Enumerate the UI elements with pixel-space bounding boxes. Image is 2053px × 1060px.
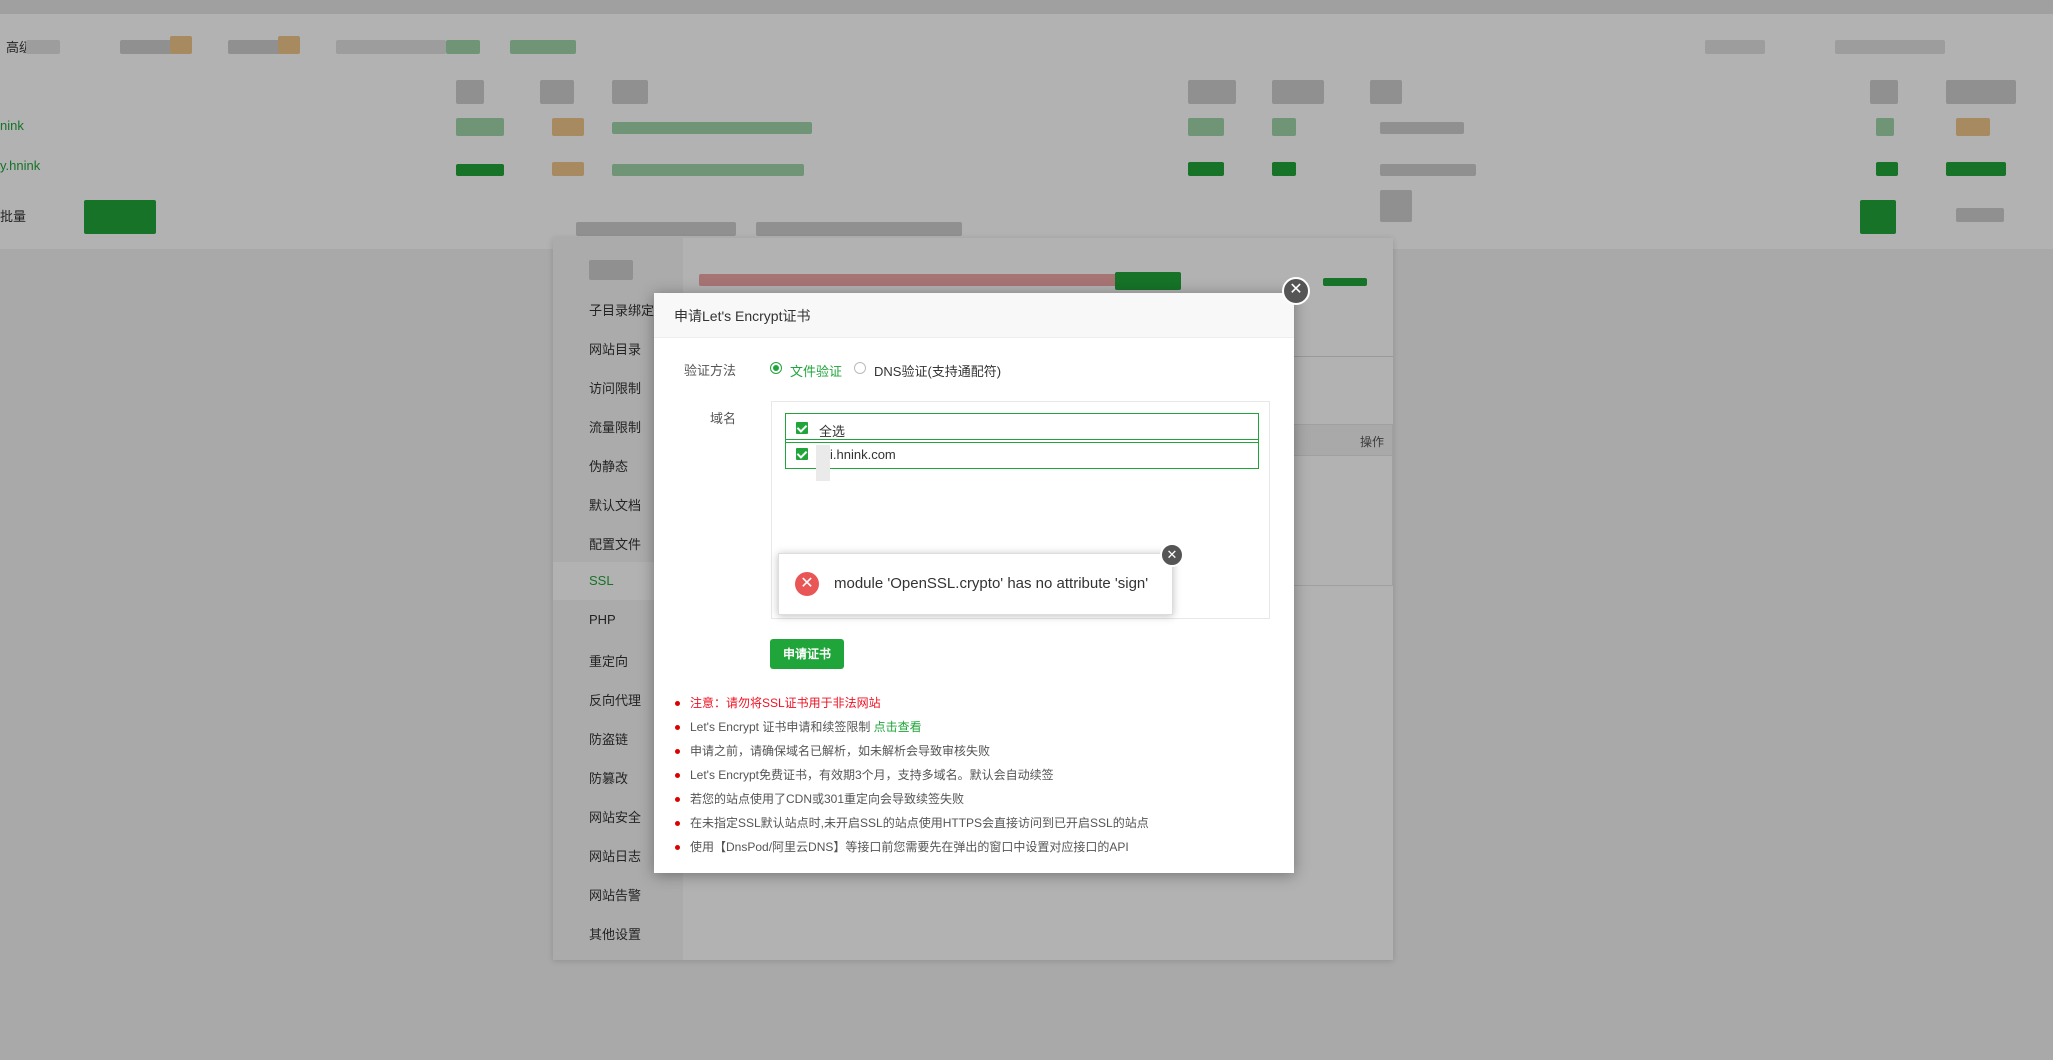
verify-method-label: 验证方法 <box>683 363 736 378</box>
checkbox-checked-icon[interactable] <box>796 448 808 460</box>
tip-item: 在未指定SSL默认站点时,未开启SSL的站点使用HTTPS会直接访问到已开启SS… <box>674 811 1274 835</box>
tip-item: 申请之前，请确保域名已解析，如未解析会导致审核失败 <box>674 739 1274 763</box>
radio-file-verify[interactable] <box>770 362 782 374</box>
tip-item: 使用【DnsPod/阿里云DNS】等接口前您需要先在弹出的窗口中设置对应接口的A… <box>674 835 1274 859</box>
redacted-mask <box>816 445 830 481</box>
dialog-header: 申请Let's Encrypt证书 <box>654 293 1294 338</box>
tip-item: 若您的站点使用了CDN或301重定向会导致续签失败 <box>674 787 1274 811</box>
view-limits-link[interactable]: 点击查看 <box>874 720 922 734</box>
tips-list: 注意：请勿将SSL证书用于非法网站 Let's Encrypt 证书申请和续签限… <box>674 691 1274 859</box>
dns-verify-label[interactable]: DNS验证(支持通配符) <box>874 361 1001 380</box>
apply-certificate-button[interactable]: 申请证书 <box>770 639 844 669</box>
domain-name: i.hnink.com <box>830 447 896 462</box>
radio-dns-verify[interactable] <box>854 362 866 374</box>
tip-item: Let's Encrypt 证书申请和续签限制 点击查看 <box>674 715 1274 739</box>
dialog-title: 申请Let's Encrypt证书 <box>674 308 811 324</box>
error-toast: ✕ module 'OpenSSL.crypto' has no attribu… <box>778 553 1173 615</box>
domain-label: 域名 <box>709 411 736 426</box>
select-all-label: 全选 <box>819 424 846 439</box>
tip-item: 注意：请勿将SSL证书用于非法网站 <box>674 691 1274 715</box>
error-message: module 'OpenSSL.crypto' has no attribute… <box>834 575 1149 592</box>
close-icon[interactable]: ✕ <box>1160 543 1184 567</box>
close-icon[interactable]: ✕ <box>1282 277 1310 305</box>
file-verify-label[interactable]: 文件验证 <box>790 361 842 380</box>
error-icon: ✕ <box>795 572 819 596</box>
checkbox-checked-icon[interactable] <box>796 422 808 434</box>
tip-item: Let's Encrypt免费证书，有效期3个月，支持多域名。默认会自动续签 <box>674 763 1274 787</box>
domain-item[interactable]: i.hnink.com <box>785 439 1259 481</box>
